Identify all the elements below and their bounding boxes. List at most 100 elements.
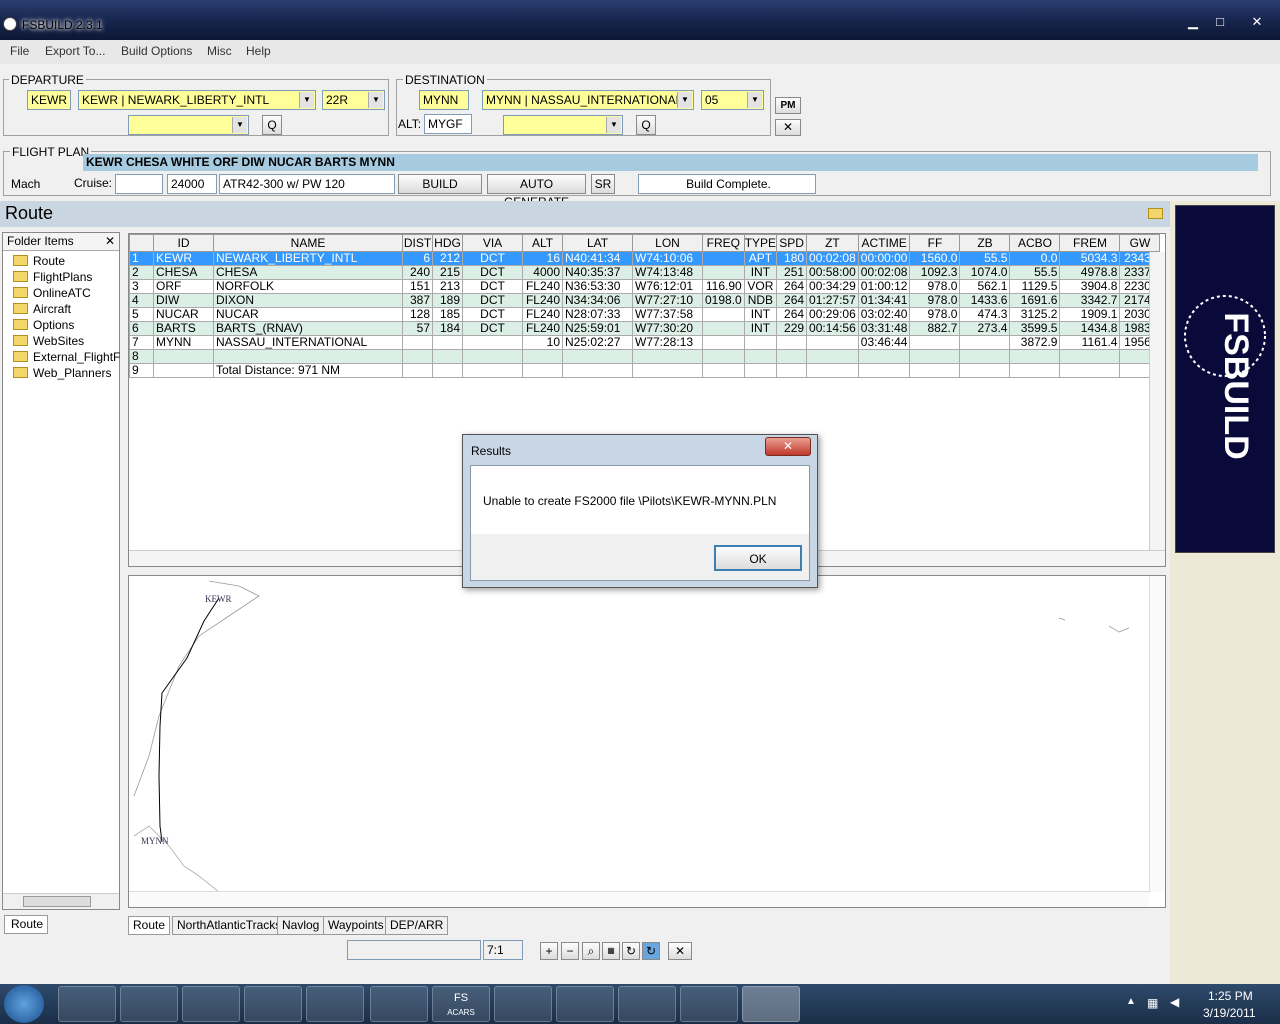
- minimize-button[interactable]: ▁: [1180, 13, 1206, 31]
- zoom-100-icon[interactable]: ▦: [602, 942, 620, 960]
- departure-sid-select[interactable]: ▼: [128, 115, 249, 135]
- tree-scrollbar[interactable]: [3, 893, 119, 909]
- tree-item-external[interactable]: External_FlightF: [13, 349, 120, 365]
- tree-tab-route[interactable]: Route: [4, 915, 48, 934]
- column-header[interactable]: SPD: [776, 234, 808, 252]
- column-header[interactable]: LON: [632, 234, 703, 252]
- tab-north-atlantic-tracks[interactable]: NorthAtlanticTracks: [172, 916, 287, 935]
- column-header[interactable]: TYPE: [743, 234, 778, 252]
- menu-help[interactable]: Help: [246, 44, 271, 58]
- column-header[interactable]: ALT: [522, 234, 563, 252]
- aircraft-field[interactable]: ATR42-300 w/ PW 120: [219, 174, 395, 194]
- start-button[interactable]: [4, 985, 44, 1023]
- magnify-icon[interactable]: ⌕: [582, 942, 600, 960]
- table-row[interactable]: 6 BARTS BARTS_(RNAV) 57 184 DCT FL240 N25:59:01…: [129, 321, 1161, 336]
- tab-waypoints[interactable]: Waypoints: [323, 916, 389, 935]
- departure-airport-select[interactable]: KEWR | NEWARK_LIBERTY_INTL ▼: [78, 90, 316, 110]
- build-button[interactable]: BUILD: [398, 174, 482, 194]
- departure-code-field[interactable]: KEWR: [27, 90, 71, 110]
- column-header[interactable]: ZT: [806, 234, 859, 252]
- column-header[interactable]: NAME: [213, 234, 403, 252]
- cruise-altitude-field[interactable]: 24000: [167, 174, 217, 194]
- tab-dep-arr[interactable]: DEP/ARR: [385, 916, 449, 935]
- clear-button[interactable]: ✕: [775, 119, 801, 136]
- skype-icon[interactable]: [618, 986, 676, 1022]
- table-row[interactable]: 5 NUCAR NUCAR 128 185 DCT FL240 N28:07:33 W77:37…: [129, 307, 1161, 322]
- search-icon[interactable]: Q: [262, 115, 282, 135]
- map-horizontal-scrollbar[interactable]: [129, 891, 1149, 907]
- column-header[interactable]: ACTIME: [857, 234, 911, 252]
- explorer-icon[interactable]: [120, 986, 178, 1022]
- column-header[interactable]: ZB: [959, 234, 1011, 252]
- network-icon[interactable]: ▦: [1147, 996, 1158, 1010]
- tree-item-web-planners[interactable]: Web_Planners: [13, 365, 112, 381]
- column-header[interactable]: DIST: [402, 234, 433, 252]
- airline-icon[interactable]: [494, 986, 552, 1022]
- tree-item-options[interactable]: Options: [13, 317, 74, 333]
- table-row[interactable]: 2 CHESA CHESA 240 215 DCT 4000 N40:35:37 W74:13:…: [129, 265, 1161, 280]
- tree-item-flightplans[interactable]: FlightPlans: [13, 269, 92, 285]
- column-header[interactable]: LAT: [562, 234, 633, 252]
- ie-icon[interactable]: [58, 986, 116, 1022]
- volume-icon[interactable]: ◀: [1170, 995, 1179, 1009]
- clock-date[interactable]: 3/19/2011: [1203, 1006, 1256, 1020]
- destination-runway-select[interactable]: 05 ▼: [701, 90, 764, 110]
- pm-button[interactable]: PM: [775, 97, 801, 114]
- mach-field[interactable]: [115, 174, 163, 194]
- grid-vertical-scrollbar[interactable]: [1149, 252, 1165, 550]
- refresh-map-icon[interactable]: ↻: [642, 942, 660, 960]
- refresh-icon[interactable]: ↻: [622, 942, 640, 960]
- departure-runway-select[interactable]: 22R ▼: [322, 90, 385, 110]
- table-row[interactable]: 9 Total Distance: 971 NM: [129, 363, 1161, 378]
- column-header[interactable]: FREQ: [702, 234, 745, 252]
- yellow-plane-icon[interactable]: [680, 986, 738, 1022]
- auto-generate-button[interactable]: AUTO GENERATE: [487, 174, 586, 209]
- jet-icon[interactable]: [556, 986, 614, 1022]
- tree-item-websites[interactable]: WebSites: [13, 333, 84, 349]
- close-icon[interactable]: ✕: [105, 233, 115, 250]
- menu-file[interactable]: File: [10, 44, 29, 58]
- paint-icon[interactable]: [244, 986, 302, 1022]
- media-player-icon[interactable]: [182, 986, 240, 1022]
- table-row[interactable]: 4 DIW DIXON 387 189 DCT FL240 N34:34:06 W77:27:1…: [129, 293, 1161, 308]
- menu-build-options[interactable]: Build Options: [121, 44, 192, 58]
- close-map-icon[interactable]: ✕: [668, 942, 692, 960]
- destination-code-field[interactable]: MYNN: [419, 90, 469, 110]
- zoom-in-icon[interactable]: +: [540, 942, 558, 960]
- column-header[interactable]: HDG: [432, 234, 463, 252]
- fs-acars-icon[interactable]: FS ACARS: [432, 986, 490, 1022]
- map-vertical-scrollbar[interactable]: [1149, 576, 1165, 892]
- menu-export[interactable]: Export To...: [45, 44, 105, 58]
- tree-item-route[interactable]: Route: [13, 253, 65, 269]
- alternate-field[interactable]: MYGF: [424, 114, 472, 134]
- zoom-out-icon[interactable]: −: [561, 942, 579, 960]
- app-icon[interactable]: [306, 986, 364, 1022]
- column-header[interactable]: FREM: [1059, 234, 1121, 252]
- column-header[interactable]: ACBO: [1009, 234, 1061, 252]
- column-header[interactable]: [129, 234, 154, 252]
- destination-airport-select[interactable]: MYNN | NASSAU_INTERNATIONAL ▼: [482, 90, 694, 110]
- column-header[interactable]: GW: [1119, 234, 1161, 252]
- search-icon[interactable]: Q: [636, 115, 656, 135]
- clock-time[interactable]: 1:25 PM: [1208, 989, 1253, 1003]
- tab-navlog[interactable]: Navlog: [277, 916, 325, 935]
- dialog-close-button[interactable]: ✕: [765, 437, 811, 456]
- sr-button[interactable]: SR: [591, 174, 615, 194]
- ok-button[interactable]: OK: [714, 545, 802, 571]
- table-row[interactable]: 1 KEWR NEWARK_LIBERTY_INTL 6 212 DCT 16 N40:41:…: [129, 251, 1161, 266]
- column-header[interactable]: VIA: [462, 234, 523, 252]
- table-row[interactable]: 7 MYNN NASSAU_INTERNATIONAL 10 N25:02:27 W77:…: [129, 335, 1161, 350]
- tray-arrow-icon[interactable]: ▲: [1126, 996, 1136, 1007]
- folder-icon[interactable]: [1148, 208, 1163, 219]
- route-string-field[interactable]: KEWR CHESA WHITE ORF DIW NUCAR BARTS MYN…: [83, 154, 1258, 171]
- tab-route[interactable]: Route: [128, 916, 171, 935]
- destination-star-select[interactable]: ▼: [503, 115, 623, 135]
- table-row[interactable]: 8: [129, 349, 1161, 364]
- tree-item-aircraft[interactable]: Aircraft: [13, 301, 71, 317]
- menu-misc[interactable]: Misc: [207, 44, 232, 58]
- fsbuild-taskbar-icon[interactable]: [742, 986, 800, 1022]
- maximize-button[interactable]: □: [1207, 13, 1233, 31]
- close-button[interactable]: ✕: [1244, 13, 1270, 31]
- scroll-thumb[interactable]: [23, 896, 91, 907]
- column-header[interactable]: ID: [153, 234, 214, 252]
